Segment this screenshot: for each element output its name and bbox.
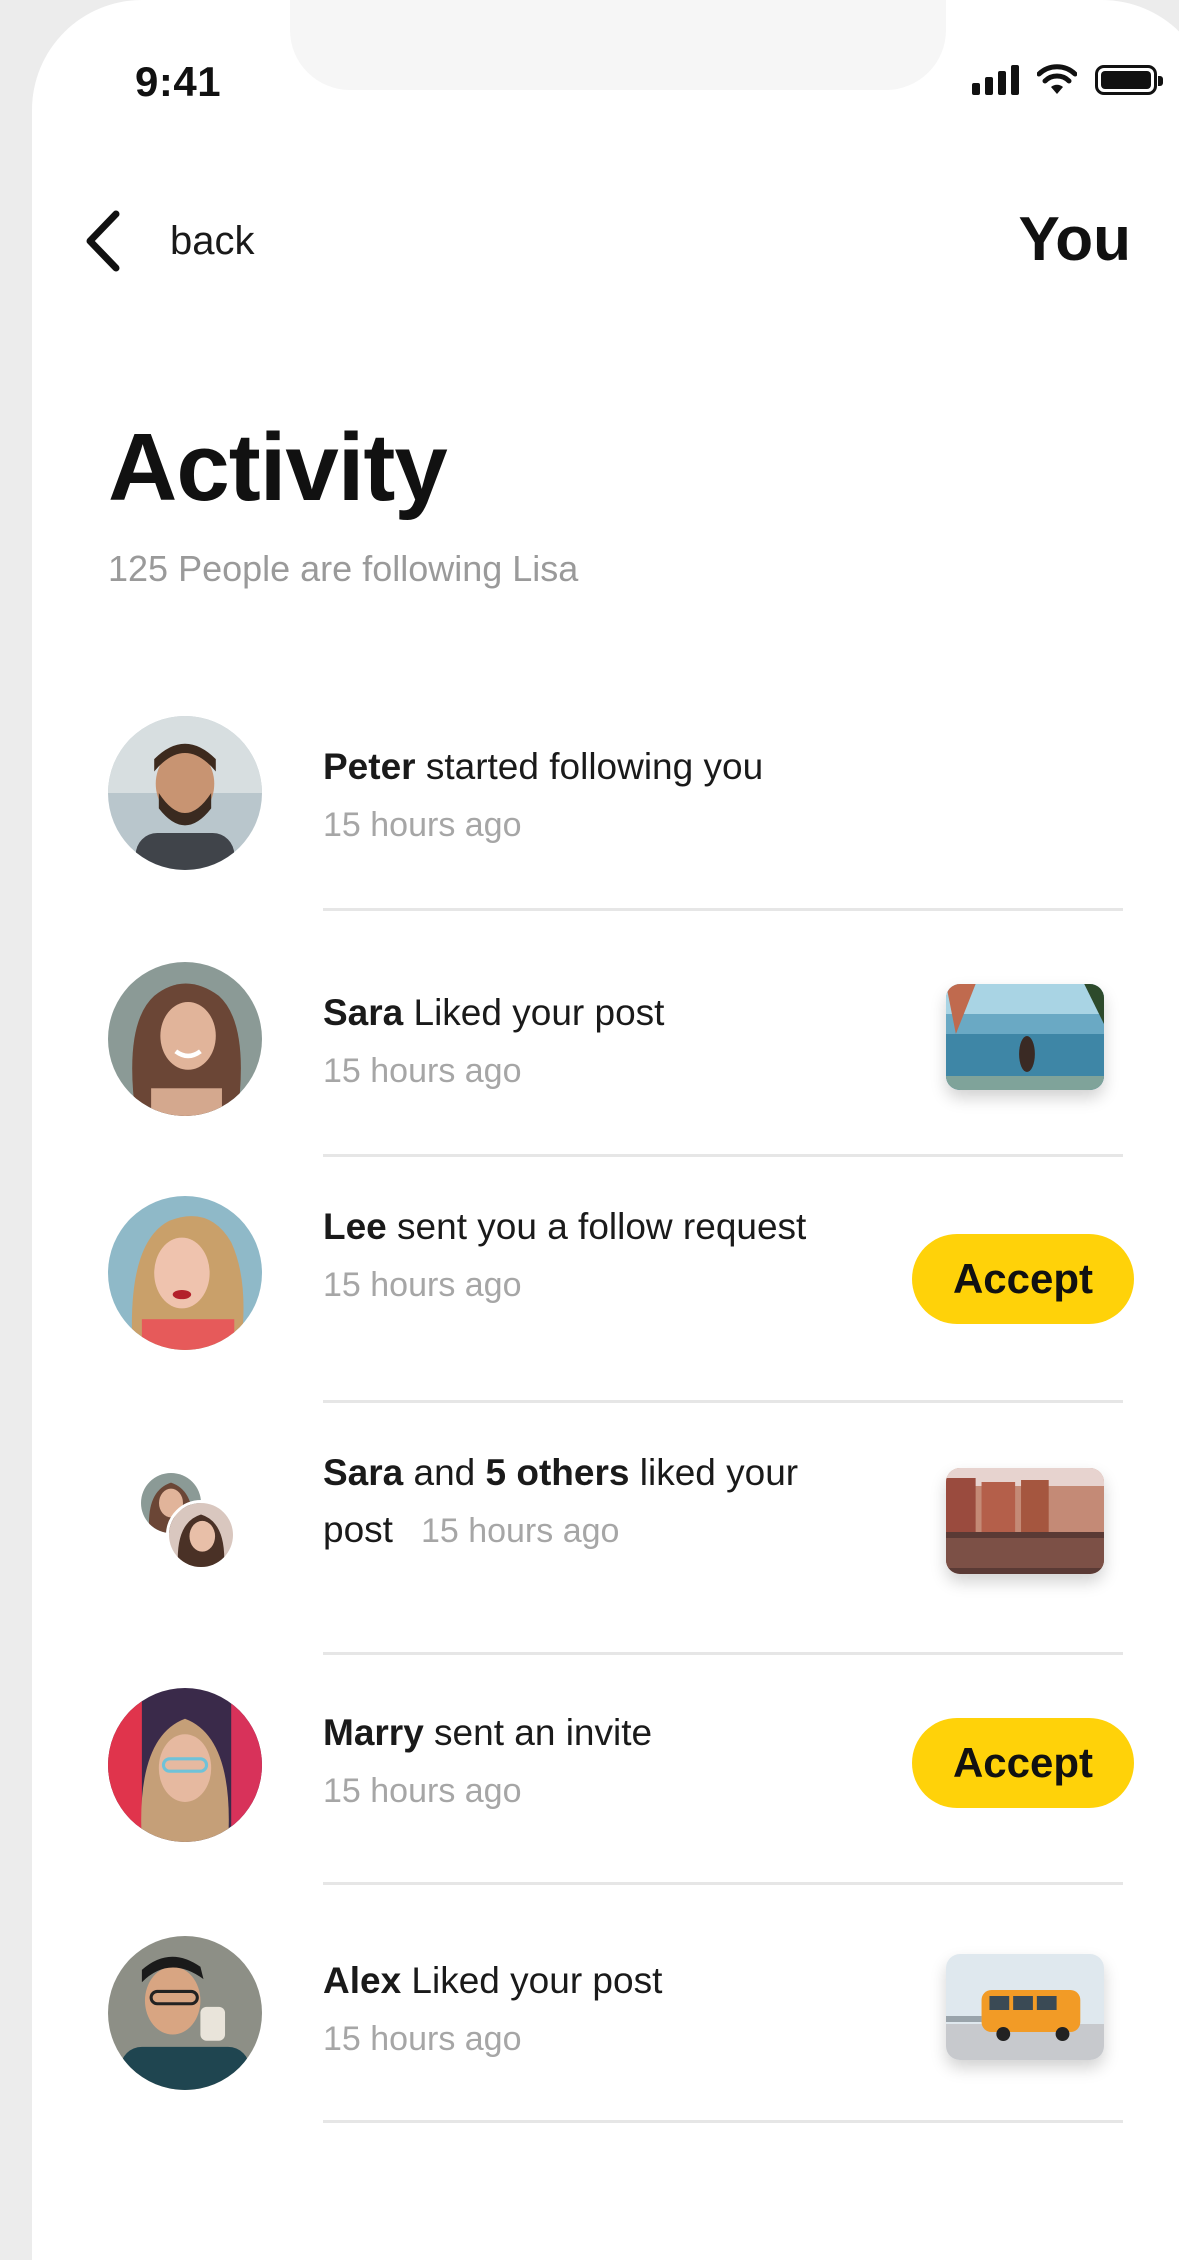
row-divider xyxy=(323,2120,1123,2123)
battery-icon xyxy=(1095,65,1163,95)
activity-message-cont: post xyxy=(323,1509,393,1551)
activity-user[interactable]: Sara xyxy=(323,1452,403,1493)
activity-text: Sara and 5 others liked your post 15 hour… xyxy=(323,1444,798,1559)
row-divider xyxy=(323,1882,1123,1885)
activity-time: 15 hours ago xyxy=(420,1512,620,1551)
activity-time: 15 hours ago xyxy=(323,1266,522,1305)
activity-user[interactable]: Lee xyxy=(323,1206,387,1247)
accept-button[interactable]: Accept xyxy=(912,1234,1134,1324)
post-thumbnail[interactable] xyxy=(946,984,1104,1090)
activity-user[interactable]: Alex xyxy=(323,1960,401,2001)
activity-user[interactable]: Marry xyxy=(323,1712,424,1753)
activity-message: Liked your post xyxy=(401,1960,663,2001)
row-divider xyxy=(323,908,1123,911)
post-thumbnail[interactable] xyxy=(946,1954,1104,2060)
activity-time: 15 hours ago xyxy=(323,1772,522,1811)
avatar-group[interactable] xyxy=(138,1470,248,1580)
avatar-peter[interactable] xyxy=(108,716,262,870)
avatar-alex[interactable] xyxy=(108,1936,262,2090)
accept-button[interactable]: Accept xyxy=(912,1718,1134,1808)
activity-message: started following you xyxy=(415,746,764,787)
activity-time: 15 hours ago xyxy=(323,806,522,845)
activity-text: Peter started following you 15 hours ago xyxy=(323,738,763,853)
activity-message: sent you a follow request xyxy=(386,1206,807,1247)
activity-message: Liked your post xyxy=(403,992,665,1033)
page-subtitle: 125 People are following Lisa xyxy=(108,548,579,589)
post-thumbnail[interactable] xyxy=(946,1468,1104,1574)
avatar-lee[interactable] xyxy=(108,1196,262,1350)
back-label: back xyxy=(170,218,255,263)
notch xyxy=(290,0,946,90)
activity-message: liked your xyxy=(629,1452,799,1493)
row-divider xyxy=(323,1400,1123,1403)
activity-text: Sara Liked your post 15 hours ago xyxy=(323,984,664,1099)
chevron-left-icon xyxy=(86,210,120,272)
activity-user[interactable]: Peter xyxy=(323,746,416,787)
status-icons xyxy=(972,60,1163,100)
activity-conjunction: and xyxy=(403,1452,486,1493)
activity-time: 15 hours ago xyxy=(323,2020,522,2059)
activity-message: sent an invite xyxy=(423,1712,653,1753)
activity-others[interactable]: 5 others xyxy=(486,1452,630,1493)
activity-user[interactable]: Sara xyxy=(323,992,403,1033)
nav-title: You xyxy=(1018,205,1132,274)
wifi-icon xyxy=(1037,64,1077,94)
nav-bar: back You xyxy=(0,200,1179,280)
signal-icon xyxy=(972,65,1019,95)
status-time: 9:41 xyxy=(135,58,222,105)
row-divider xyxy=(323,1154,1123,1157)
avatar-other-small xyxy=(166,1500,236,1570)
back-button[interactable]: back xyxy=(80,206,255,276)
activity-time: 15 hours ago xyxy=(323,1052,522,1091)
page-title: Activity xyxy=(108,414,448,521)
activity-text: Lee sent you a follow request 15 hours a… xyxy=(323,1198,806,1313)
row-divider xyxy=(323,1652,1123,1655)
activity-text: Marry sent an invite 15 hours ago xyxy=(323,1704,652,1819)
activity-text: Alex Liked your post 15 hours ago xyxy=(323,1952,662,2067)
avatar-sara[interactable] xyxy=(108,962,262,1116)
avatar-marry[interactable] xyxy=(108,1688,262,1842)
phone-screen: 9:41 xyxy=(32,0,1179,2260)
